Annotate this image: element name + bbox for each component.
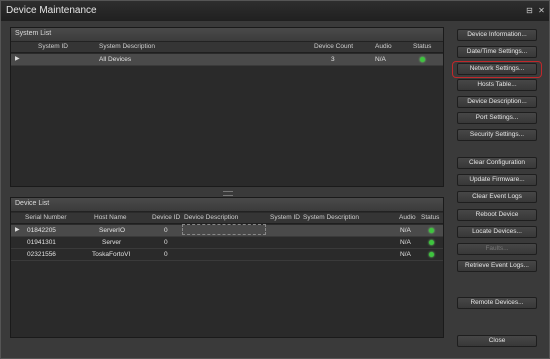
faults-button[interactable]: Faults... <box>457 243 537 255</box>
row-indicator-icon: ▶ <box>15 227 20 233</box>
clear-configuration-button[interactable]: Clear Configuration <box>457 157 537 169</box>
status-online-icon <box>420 57 425 62</box>
host-name-cell: ToskaFortoVI <box>92 251 131 258</box>
device-list-columns: Serial Number Host Name Device ID Device… <box>11 213 443 224</box>
table-row[interactable]: 01941301 Server 0 N/A <box>11 237 443 249</box>
host-name-cell: ServerIO <box>99 227 126 234</box>
system-list-header: System List <box>11 28 443 42</box>
status-online-icon <box>429 252 434 257</box>
col-device-description[interactable]: Device Description <box>184 214 238 221</box>
hosts-table-button[interactable]: Hosts Table... <box>457 79 537 91</box>
audio-cell: N/A <box>400 227 411 234</box>
restore-icon[interactable]: ⊟ <box>525 6 534 15</box>
clear-event-logs-button[interactable]: Clear Event Logs <box>457 191 537 203</box>
device-list-panel: Device List Serial Number Host Name Devi… <box>10 197 444 338</box>
table-row[interactable]: ▶ All Devices 3 N/A <box>11 54 443 66</box>
serial-number-cell: 01941301 <box>27 239 56 246</box>
col-system-description[interactable]: System Description <box>99 43 155 50</box>
close-icon[interactable]: ✕ <box>537 6 546 15</box>
device-count-cell: 3 <box>331 56 335 63</box>
row-indicator-icon: ▶ <box>15 56 20 62</box>
col-system-id[interactable]: System ID <box>270 214 300 221</box>
system-list-title: System List <box>15 30 52 37</box>
device-maintenance-window: Device Maintenance ⊟ ✕ System List Syste… <box>0 0 550 359</box>
col-host-name[interactable]: Host Name <box>94 214 127 221</box>
host-name-cell: Server <box>102 239 122 246</box>
col-audio[interactable]: Audio <box>399 214 416 221</box>
window-title: Device Maintenance <box>6 5 97 16</box>
device-list-title: Device List <box>15 200 50 207</box>
col-system-id[interactable]: System ID <box>38 43 68 50</box>
panel-splitter[interactable] <box>223 191 233 196</box>
serial-number-cell: 02321556 <box>27 251 56 258</box>
device-description-edit-cell[interactable] <box>182 224 266 235</box>
table-row[interactable]: 02321556 ToskaFortoVI 0 N/A <box>11 249 443 261</box>
remote-devices-button[interactable]: Remote Devices... <box>457 297 537 309</box>
device-id-cell: 0 <box>164 227 168 234</box>
port-settings-button[interactable]: Port Settings... <box>457 112 537 124</box>
retrieve-event-logs-button[interactable]: Retrieve Event Logs... <box>457 260 537 272</box>
reboot-device-button[interactable]: Reboot Device <box>457 209 537 221</box>
system-list-columns: System ID System Description Device Coun… <box>11 42 443 53</box>
system-description-cell: All Devices <box>99 56 132 63</box>
locate-devices-button[interactable]: Locate Devices... <box>457 226 537 238</box>
device-id-cell: 0 <box>164 239 168 246</box>
col-system-description[interactable]: System Description <box>303 214 359 221</box>
col-audio[interactable]: Audio <box>375 43 392 50</box>
status-online-icon <box>429 240 434 245</box>
security-settings-button[interactable]: Security Settings... <box>457 129 537 141</box>
col-device-id[interactable]: Device ID <box>152 214 180 221</box>
col-serial-number[interactable]: Serial Number <box>25 214 67 221</box>
network-settings-button[interactable]: Network Settings... <box>457 63 537 75</box>
device-id-cell: 0 <box>164 251 168 258</box>
date-time-settings-button[interactable]: Date/Time Settings... <box>457 46 537 58</box>
update-firmware-button[interactable]: Update Firmware... <box>457 174 537 186</box>
serial-number-cell: 01842205 <box>27 227 56 234</box>
audio-cell: N/A <box>400 251 411 258</box>
close-button[interactable]: Close <box>457 335 537 347</box>
col-status[interactable]: Status <box>421 214 439 221</box>
audio-cell: N/A <box>375 56 386 63</box>
col-device-count[interactable]: Device Count <box>314 43 353 50</box>
title-bar: Device Maintenance ⊟ ✕ <box>1 1 549 21</box>
system-list-panel: System List System ID System Description… <box>10 27 444 187</box>
device-list-header: Device List <box>11 198 443 212</box>
audio-cell: N/A <box>400 239 411 246</box>
col-status[interactable]: Status <box>413 43 431 50</box>
status-online-icon <box>429 228 434 233</box>
device-information-button[interactable]: Device Information... <box>457 29 537 41</box>
device-description-button[interactable]: Device Description... <box>457 96 537 108</box>
